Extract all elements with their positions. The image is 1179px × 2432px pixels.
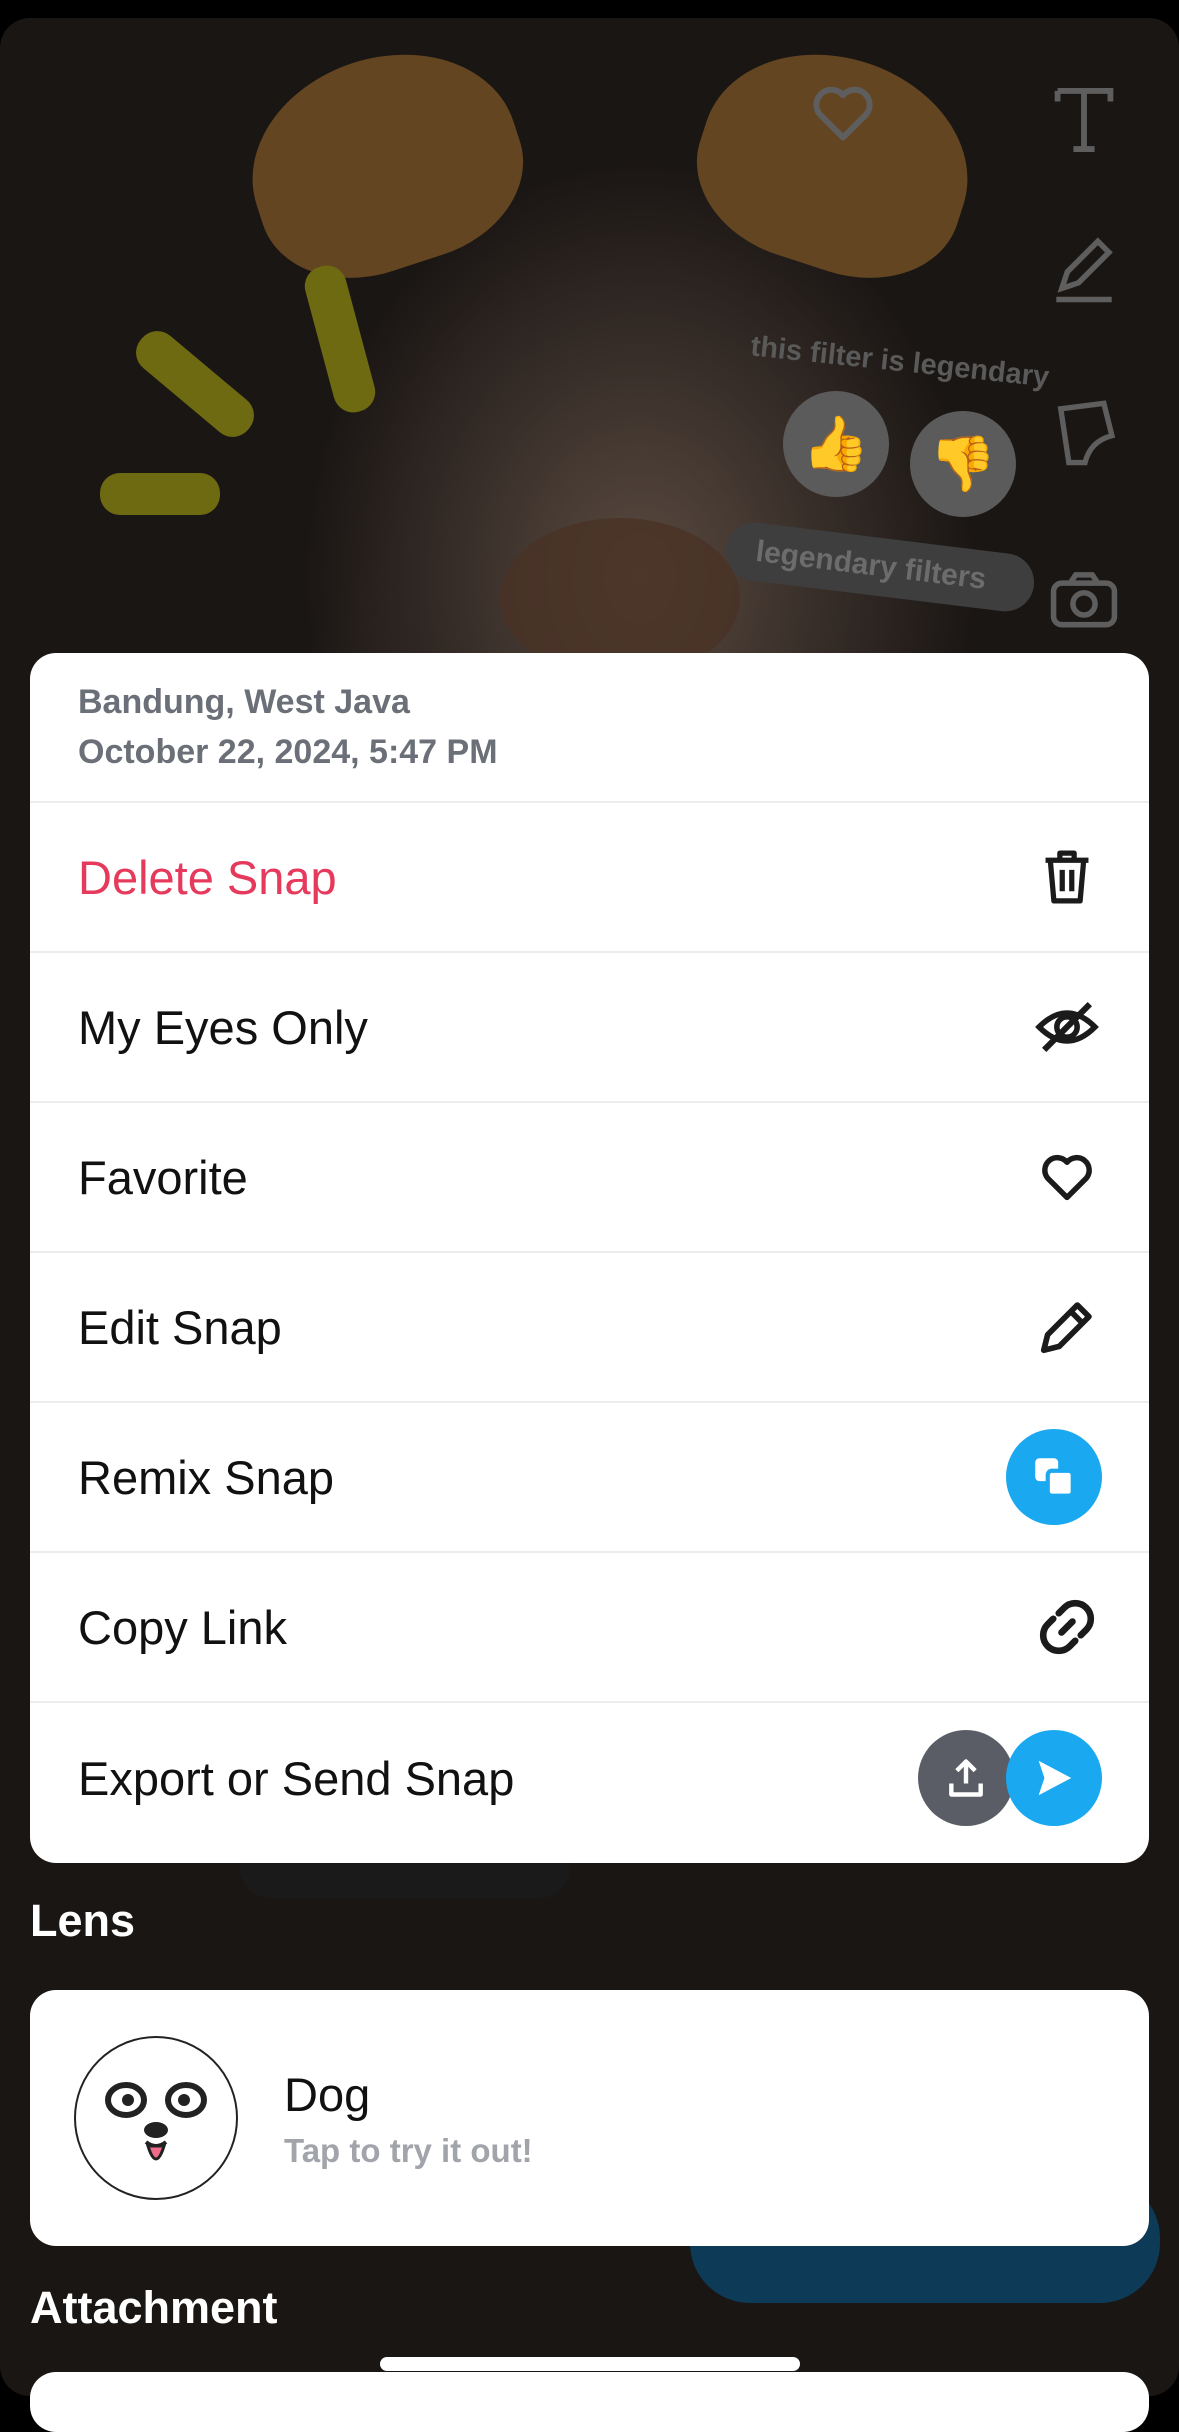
remix-icon	[1006, 1429, 1102, 1525]
link-icon	[1032, 1592, 1102, 1662]
copy-link-label: Copy Link	[78, 1600, 287, 1654]
snap-options-menu: Bandung, West Java October 22, 2024, 5:4…	[30, 653, 1149, 1863]
lens-subtitle: Tap to try it out!	[284, 2131, 533, 2169]
trash-icon	[1032, 842, 1102, 912]
sparkle-dash	[300, 261, 380, 417]
export-send-row[interactable]: Export or Send Snap	[30, 1703, 1149, 1853]
dog-ear-left	[224, 21, 546, 305]
heart-icon	[1032, 1142, 1102, 1212]
dog-lens-avatar	[74, 2036, 238, 2200]
camera-flip-icon[interactable]	[1048, 563, 1120, 631]
sparkle-dash	[100, 473, 220, 515]
snap-location: Bandung, West Java	[78, 683, 410, 721]
my-eyes-only-label: My Eyes Only	[78, 1000, 368, 1054]
attachment-section-title: Attachment	[30, 2282, 278, 2333]
send-icon[interactable]	[1006, 1730, 1102, 1826]
lens-card[interactable]: Dog Tap to try it out!	[30, 1990, 1149, 2246]
legendary-filters-pill[interactable]: legendary filters	[722, 519, 1038, 615]
text-icon[interactable]	[1052, 83, 1116, 157]
my-eyes-only-row[interactable]: My Eyes Only	[30, 953, 1149, 1103]
pill-label: legendary filters	[753, 534, 989, 596]
remix-snap-label: Remix Snap	[78, 1450, 334, 1504]
delete-snap-row[interactable]: Delete Snap	[30, 803, 1149, 953]
eye-slash-icon	[1032, 992, 1102, 1062]
snap-metadata: Bandung, West Java October 22, 2024, 5:4…	[30, 653, 1149, 803]
attachment-card[interactable]	[30, 2372, 1149, 2432]
edit-snap-row[interactable]: Edit Snap	[30, 1253, 1149, 1403]
edit-snap-label: Edit Snap	[78, 1300, 282, 1354]
pencil-icon[interactable]	[1050, 233, 1118, 305]
thumbs-down-button[interactable]: 👎	[910, 411, 1016, 517]
dog-ear-right	[674, 21, 996, 305]
pencil-icon	[1032, 1292, 1102, 1362]
copy-link-row[interactable]: Copy Link	[30, 1553, 1149, 1703]
export-send-icons	[918, 1730, 1102, 1826]
sticker-icon[interactable]	[1052, 398, 1118, 468]
sparkle-dash	[127, 322, 263, 446]
favorite-row[interactable]: Favorite	[30, 1103, 1149, 1253]
heart-icon[interactable]	[810, 83, 876, 143]
thumbs-up-button[interactable]: 👍	[783, 391, 889, 497]
filter-prompt-text: this filter is legendary	[749, 330, 1051, 394]
home-indicator	[380, 2357, 800, 2371]
delete-snap-label: Delete Snap	[78, 850, 337, 904]
export-send-label: Export or Send Snap	[78, 1751, 515, 1805]
lens-name: Dog	[284, 2067, 371, 2121]
snap-datetime: October 22, 2024, 5:47 PM	[78, 733, 498, 771]
favorite-label: Favorite	[78, 1150, 248, 1204]
remix-snap-row[interactable]: Remix Snap	[30, 1403, 1149, 1553]
export-icon[interactable]	[918, 1730, 1014, 1826]
lens-section-title: Lens	[30, 1895, 136, 1946]
